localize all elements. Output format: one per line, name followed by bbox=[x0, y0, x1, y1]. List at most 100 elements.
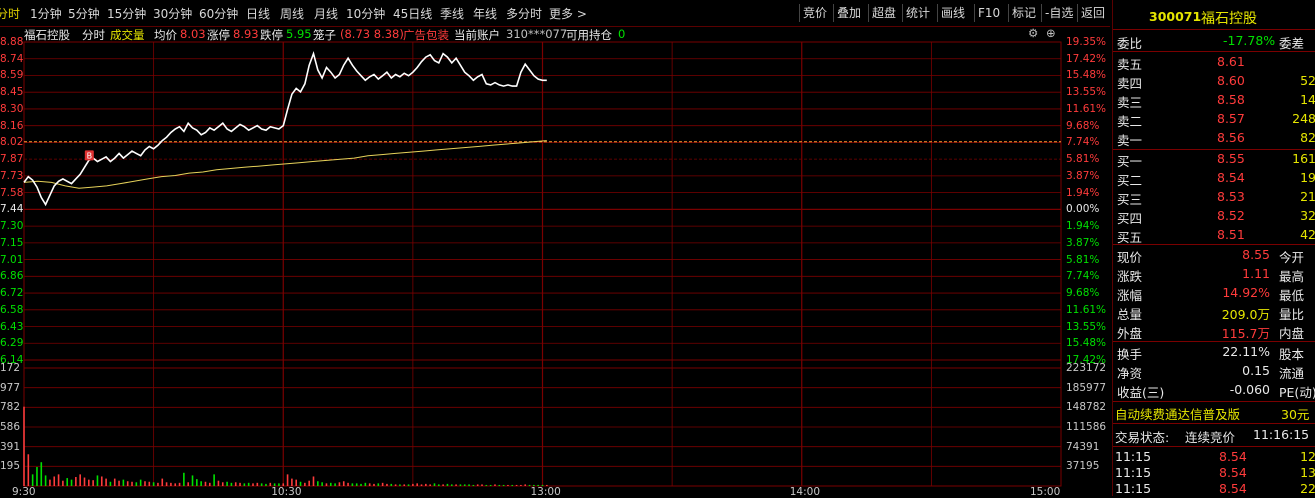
tab-0[interactable]: 分时 bbox=[0, 5, 20, 22]
price-line[interactable] bbox=[23, 50, 547, 207]
volume-bar bbox=[321, 482, 323, 486]
ad-text[interactable]: 自动续费通达信普及版 bbox=[1115, 404, 1240, 423]
volume-bar bbox=[412, 483, 414, 486]
volume-bar bbox=[152, 482, 155, 486]
account-label: 当前账户 bbox=[454, 28, 500, 42]
tick-price: 8.54 bbox=[1219, 465, 1247, 480]
volume-bar bbox=[334, 483, 336, 486]
volume-bar bbox=[139, 479, 142, 486]
pct-axis-label: 17.42% bbox=[1066, 52, 1107, 65]
price-axis-label: 7.01 bbox=[0, 253, 24, 266]
tab-5[interactable]: 60分钟 bbox=[199, 5, 238, 22]
volume-bar bbox=[27, 454, 30, 486]
intraday-chart[interactable]: B bbox=[0, 0, 1110, 496]
book-price: 8.53 bbox=[1217, 189, 1245, 204]
price-axis-label: 8.16 bbox=[0, 119, 24, 132]
price-axis-label: 7.30 bbox=[0, 220, 24, 233]
toolbar-button-6[interactable]: 标记 bbox=[1008, 4, 1039, 22]
tick-row[interactable]: 11:15 8.54 12 bbox=[1113, 448, 1315, 464]
stat-label: 现价 bbox=[1117, 250, 1143, 265]
tab-13[interactable]: 多分时 bbox=[506, 5, 542, 22]
tab-8[interactable]: 月线 bbox=[314, 5, 338, 22]
volume-indicator-label[interactable]: 成交量 bbox=[110, 27, 145, 43]
stat-value: 14.92% bbox=[1222, 285, 1270, 300]
book-price: 8.55 bbox=[1217, 151, 1245, 166]
toolbar-button-2[interactable]: 超盘 bbox=[868, 4, 899, 22]
tick-row[interactable]: 11:15 8.54 13 bbox=[1113, 464, 1315, 480]
volume-bar bbox=[109, 481, 112, 486]
volume-axis-label: 172 bbox=[0, 362, 21, 374]
volume-bar bbox=[347, 482, 349, 486]
volume-bar bbox=[161, 478, 164, 486]
tab-10[interactable]: 45日线 bbox=[393, 5, 432, 22]
tab-3[interactable]: 15分钟 bbox=[107, 5, 146, 22]
tab-12[interactable]: 年线 bbox=[473, 5, 497, 22]
pct-axis-label: 5.81% bbox=[1066, 253, 1100, 266]
volume-bar bbox=[213, 474, 215, 486]
volume-bar bbox=[420, 484, 423, 486]
panel-header: 300071 福石控股 bbox=[1113, 8, 1315, 28]
pct-axis-label: 19.35% bbox=[1066, 36, 1107, 48]
book-volume: 52 bbox=[1300, 73, 1315, 88]
stat-value: 8.55 bbox=[1242, 247, 1270, 262]
volume-bar bbox=[122, 479, 125, 486]
tab-11[interactable]: 季线 bbox=[440, 5, 464, 22]
tab-6[interactable]: 日线 bbox=[246, 5, 270, 22]
tick-row[interactable]: 11:15 8.54 22 bbox=[1113, 480, 1315, 496]
weibi-label: 委比 bbox=[1117, 36, 1143, 51]
toolbar-button-5[interactable]: F10 bbox=[974, 4, 1003, 22]
tab-1[interactable]: 1分钟 bbox=[30, 5, 62, 22]
ad-row[interactable]: 自动续费通达信普及版 30元 bbox=[1113, 403, 1315, 422]
book-row[interactable]: 卖三 8.58 14 bbox=[1113, 91, 1315, 110]
book-row[interactable]: 卖五 8.61 bbox=[1113, 53, 1315, 72]
weicha-label: 委差 bbox=[1279, 36, 1305, 51]
volume-axis-label: 977 bbox=[0, 381, 21, 394]
trade-status-value: 连续竞价 bbox=[1185, 430, 1236, 445]
book-row[interactable]: 买五 8.51 42 bbox=[1113, 226, 1315, 245]
ad-link[interactable]: 广告包装 bbox=[403, 27, 449, 43]
book-row[interactable]: 买三 8.53 21 bbox=[1113, 188, 1315, 207]
volume-bar bbox=[494, 484, 496, 486]
book-row[interactable]: 买二 8.54 19 bbox=[1113, 169, 1315, 188]
price-axis-label: 8.74 bbox=[0, 52, 24, 65]
book-price: 8.58 bbox=[1217, 92, 1245, 107]
toolbar-button-3[interactable]: 统计 bbox=[902, 4, 933, 22]
volume-bar bbox=[208, 482, 211, 486]
volume-bar bbox=[502, 484, 505, 486]
tab-14[interactable]: 更多 > bbox=[549, 5, 587, 22]
toolbar-button-4[interactable]: 画线 bbox=[937, 4, 968, 22]
volume-bar bbox=[450, 484, 453, 486]
book-volume: 161 bbox=[1292, 151, 1315, 166]
mode-label[interactable]: 分时 bbox=[82, 27, 105, 43]
book-row[interactable]: 卖四 8.60 52 bbox=[1113, 72, 1315, 91]
add-icon[interactable]: ⊕ bbox=[1046, 26, 1056, 40]
chart-info-bar: 福石控股 分时 成交量 均价 8.03 涨停 8.93 跌停 5.95 笼子 (… bbox=[0, 26, 1110, 42]
volume-bar bbox=[226, 481, 228, 486]
volume-bar bbox=[476, 484, 479, 486]
tab-7[interactable]: 周线 bbox=[280, 5, 304, 22]
stat-row: 现价 8.55 今开 bbox=[1113, 246, 1315, 265]
book-label: 卖一 bbox=[1117, 133, 1143, 148]
tick-volume: 22 bbox=[1300, 481, 1315, 496]
volume-bar bbox=[442, 484, 444, 486]
tab-9[interactable]: 10分钟 bbox=[346, 5, 385, 22]
settings-icon[interactable]: ⚙ bbox=[1028, 26, 1038, 40]
fund-value: 0.15 bbox=[1242, 363, 1270, 378]
book-row[interactable]: 卖一 8.56 82 bbox=[1113, 129, 1315, 148]
toolbar-button-1[interactable]: 叠加 bbox=[833, 4, 864, 22]
toolbar-button-0[interactable]: 竞价 bbox=[799, 4, 830, 22]
buy-marker[interactable]: B bbox=[84, 150, 94, 161]
book-row[interactable]: 买一 8.55 161 bbox=[1113, 150, 1315, 169]
book-row[interactable]: 卖二 8.57 248 bbox=[1113, 110, 1315, 129]
toolbar-button-8[interactable]: 返回 bbox=[1077, 4, 1108, 22]
volume-bar bbox=[386, 483, 388, 486]
volume-bar bbox=[425, 483, 427, 486]
volume-bar bbox=[438, 484, 440, 486]
volume-bar bbox=[230, 482, 233, 486]
toolbar-button-7[interactable]: -自选 bbox=[1041, 4, 1076, 22]
tab-2[interactable]: 5分钟 bbox=[68, 5, 100, 22]
book-row[interactable]: 买四 8.52 32 bbox=[1113, 207, 1315, 226]
tab-4[interactable]: 30分钟 bbox=[153, 5, 192, 22]
volume-axis-label-right: 185977 bbox=[1066, 381, 1107, 394]
volume-bar bbox=[373, 483, 375, 486]
